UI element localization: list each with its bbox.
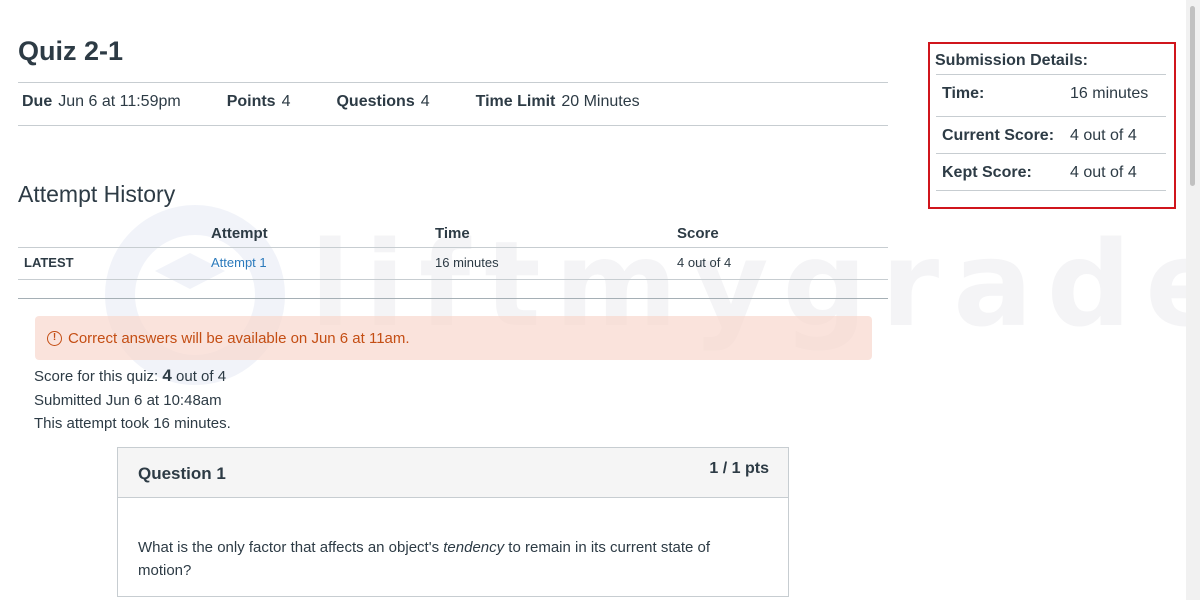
submission-row-time: Time: 16 minutes <box>936 74 1166 112</box>
divider <box>18 125 888 126</box>
scrollbar-thumb[interactable] <box>1190 6 1195 186</box>
warning-circle-icon: ! <box>47 330 62 346</box>
question-text: What is the only factor that affects an … <box>138 536 748 582</box>
submission-details-heading: Submission Details: <box>935 52 1088 69</box>
vertical-scrollbar[interactable] <box>1186 0 1200 600</box>
points-info: Points 4 <box>227 93 291 111</box>
time-limit-label: Time Limit <box>475 93 556 110</box>
time-limit-info: Time Limit 20 Minutes <box>476 93 640 111</box>
quiz-page: Quiz 2-1 Due Jun 6 at 11:59pm Points 4 Que… <box>0 0 1200 600</box>
due-label: Due <box>22 93 53 110</box>
question-text-start: What is the only factor that affects an … <box>138 539 444 556</box>
score-value: 4 <box>162 366 172 385</box>
score-prefix: Score for this quiz: <box>34 368 159 385</box>
points-label: Points <box>226 93 276 110</box>
submitted-line: Submitted Jun 6 at 10:48am <box>34 392 222 409</box>
submission-row-current-score: Current Score: 4 out of 4 <box>936 116 1166 154</box>
page-title: Quiz 2-1 <box>18 36 124 66</box>
submission-details-box: Submission Details: Time: 16 minutes Cur… <box>928 42 1176 209</box>
table-row-divider <box>18 279 888 280</box>
score-suffix: out of 4 <box>176 368 227 385</box>
table-header-divider <box>18 247 888 248</box>
section-divider <box>18 298 888 299</box>
attempt-score: 4 out of 4 <box>677 255 732 270</box>
submission-time-value: 16 minutes <box>1070 85 1149 102</box>
quiz-info-bar: Due Jun 6 at 11:59pm Points 4 Questions 4 T… <box>22 93 640 111</box>
time-limit-value: 20 Minutes <box>561 93 640 110</box>
current-score-value: 4 out of 4 <box>1070 127 1137 144</box>
column-header-attempt: Attempt <box>211 225 268 242</box>
attempt-1-link[interactable]: Attempt 1 <box>211 255 267 270</box>
submission-time-label: Time: <box>942 85 985 102</box>
column-header-score: Score <box>677 225 719 242</box>
attempt-history-heading: Attempt History <box>18 181 176 207</box>
questions-label: Questions <box>336 93 415 110</box>
alert-text: Correct answers will be available on Jun… <box>68 329 410 347</box>
current-score-label: Current Score: <box>942 127 1055 144</box>
questions-value: 4 <box>420 93 430 110</box>
question-text-emphasis: tendency <box>443 539 505 556</box>
due-value: Jun 6 at 11:59pm <box>58 93 181 110</box>
questions-info: Questions 4 <box>336 93 429 111</box>
column-header-time: Time <box>435 225 470 242</box>
question-points: 1 / 1 pts <box>709 460 769 477</box>
divider <box>18 82 888 83</box>
submission-divider <box>936 190 1166 191</box>
kept-score-label: Kept Score: <box>942 164 1032 181</box>
duration-line: This attempt took 16 minutes. <box>34 415 231 432</box>
question-header: Question 1 1 / 1 pts <box>118 448 788 498</box>
latest-tag: LATEST <box>24 255 74 270</box>
kept-score-value: 4 out of 4 <box>1070 164 1137 181</box>
submission-row-kept-score: Kept Score: 4 out of 4 <box>936 153 1166 191</box>
points-value: 4 <box>281 93 291 110</box>
due-info: Due Jun 6 at 11:59pm <box>22 93 181 111</box>
answers-availability-alert: ! Correct answers will be available on J… <box>35 316 872 360</box>
quiz-score-line: Score for this quiz: 4 out of 4 <box>34 366 226 386</box>
attempt-time: 16 minutes <box>435 255 499 270</box>
question-title: Question 1 <box>138 464 226 483</box>
question-card: Question 1 1 / 1 pts What is the only fa… <box>117 447 789 597</box>
